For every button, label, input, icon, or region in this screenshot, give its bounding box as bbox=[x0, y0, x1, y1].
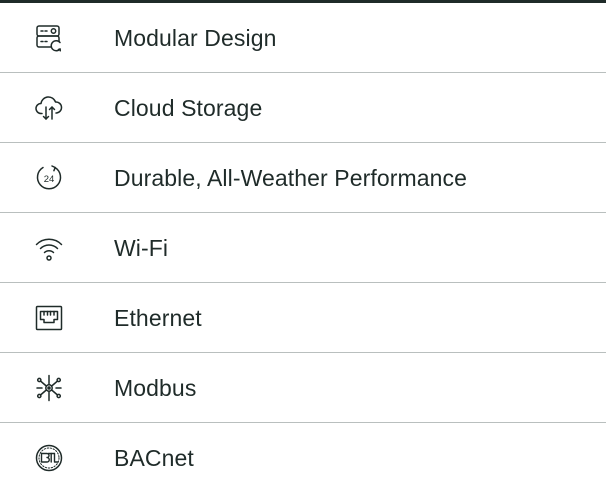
feature-item-durable: 24 Durable, All-Weather Performance bbox=[0, 143, 606, 213]
feature-label: BACnet bbox=[114, 445, 194, 471]
feature-label: Ethernet bbox=[114, 305, 202, 331]
feature-list: Modular Design Cloud Storage 24 Durable,… bbox=[0, 3, 606, 493]
feature-label: Durable, All-Weather Performance bbox=[114, 165, 468, 191]
24-hour-icon: 24 bbox=[34, 163, 64, 193]
feature-item-cloud-storage: Cloud Storage bbox=[0, 73, 606, 143]
modular-design-icon bbox=[34, 23, 64, 53]
feature-item-bacnet: BACnet bbox=[0, 423, 606, 493]
feature-item-modular-design: Modular Design bbox=[0, 3, 606, 73]
ethernet-port-icon bbox=[34, 303, 64, 333]
network-hub-icon bbox=[34, 373, 64, 403]
feature-item-modbus: Modbus bbox=[0, 353, 606, 423]
btl-badge-icon bbox=[34, 443, 64, 473]
feature-label: Wi-Fi bbox=[114, 235, 169, 261]
feature-label: Modular Design bbox=[114, 25, 277, 51]
wifi-icon bbox=[34, 233, 64, 263]
svg-text:24: 24 bbox=[44, 174, 55, 185]
feature-label: Cloud Storage bbox=[114, 95, 263, 121]
feature-item-wifi: Wi-Fi bbox=[0, 213, 606, 283]
feature-item-ethernet: Ethernet bbox=[0, 283, 606, 353]
feature-label: Modbus bbox=[114, 375, 197, 401]
cloud-sync-icon bbox=[34, 93, 64, 123]
